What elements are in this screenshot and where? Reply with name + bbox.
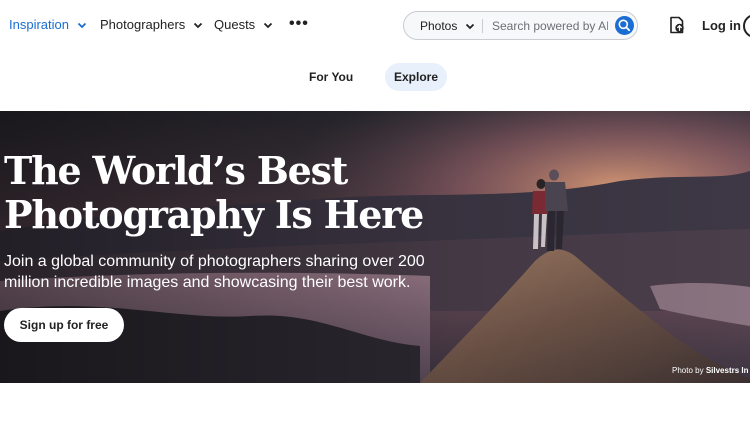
chevron-down-icon: [264, 22, 273, 28]
tab-explore[interactable]: Explore: [385, 63, 448, 91]
feed-tabs: For You Explore: [0, 63, 750, 91]
nav-quests-label: Quests: [214, 17, 256, 32]
nav-inspiration[interactable]: Inspiration: [9, 17, 87, 32]
hero-subtitle: Join a global community of photographers…: [4, 253, 425, 291]
hero-title-line2: Photography Is Here: [4, 192, 424, 237]
search-type-label: Photos: [420, 19, 458, 33]
chevron-down-icon: [77, 22, 87, 28]
signup-button[interactable]: [743, 14, 750, 38]
nav-quests[interactable]: Quests: [214, 17, 273, 32]
search-input[interactable]: [492, 17, 608, 35]
photo-credit-author[interactable]: Silvestrs In: [706, 366, 749, 375]
photo-credit-prefix: Photo by: [672, 366, 704, 375]
more-menu-button[interactable]: •••: [289, 15, 309, 33]
nav-photographers[interactable]: Photographers: [100, 17, 203, 32]
search-bar: Photos: [403, 11, 638, 40]
upload-icon[interactable]: [668, 15, 686, 35]
nav-inspiration-label: Inspiration: [9, 17, 69, 32]
search-type-dropdown[interactable]: Photos: [420, 19, 475, 33]
search-icon: [618, 19, 631, 32]
nav-photographers-label: Photographers: [100, 17, 186, 32]
signup-cta-button[interactable]: Sign up for free: [4, 308, 124, 342]
login-button[interactable]: Log in: [702, 18, 741, 33]
top-navigation: Inspiration Photographers Quests ••• Pho…: [0, 0, 750, 52]
photo-credit: Photo by Silvestrs In: [672, 366, 749, 375]
hero-title: The World’s Best Photography Is Here: [4, 148, 424, 237]
search-button[interactable]: [615, 16, 634, 35]
chevron-down-icon: [466, 23, 475, 30]
search-divider: [482, 19, 483, 33]
chevron-down-icon: [194, 22, 203, 28]
hero-title-line1: The World’s Best: [4, 148, 348, 193]
hero-banner: The World’s Best Photography Is Here Joi…: [0, 111, 750, 383]
tab-for-you[interactable]: For You: [300, 63, 362, 91]
